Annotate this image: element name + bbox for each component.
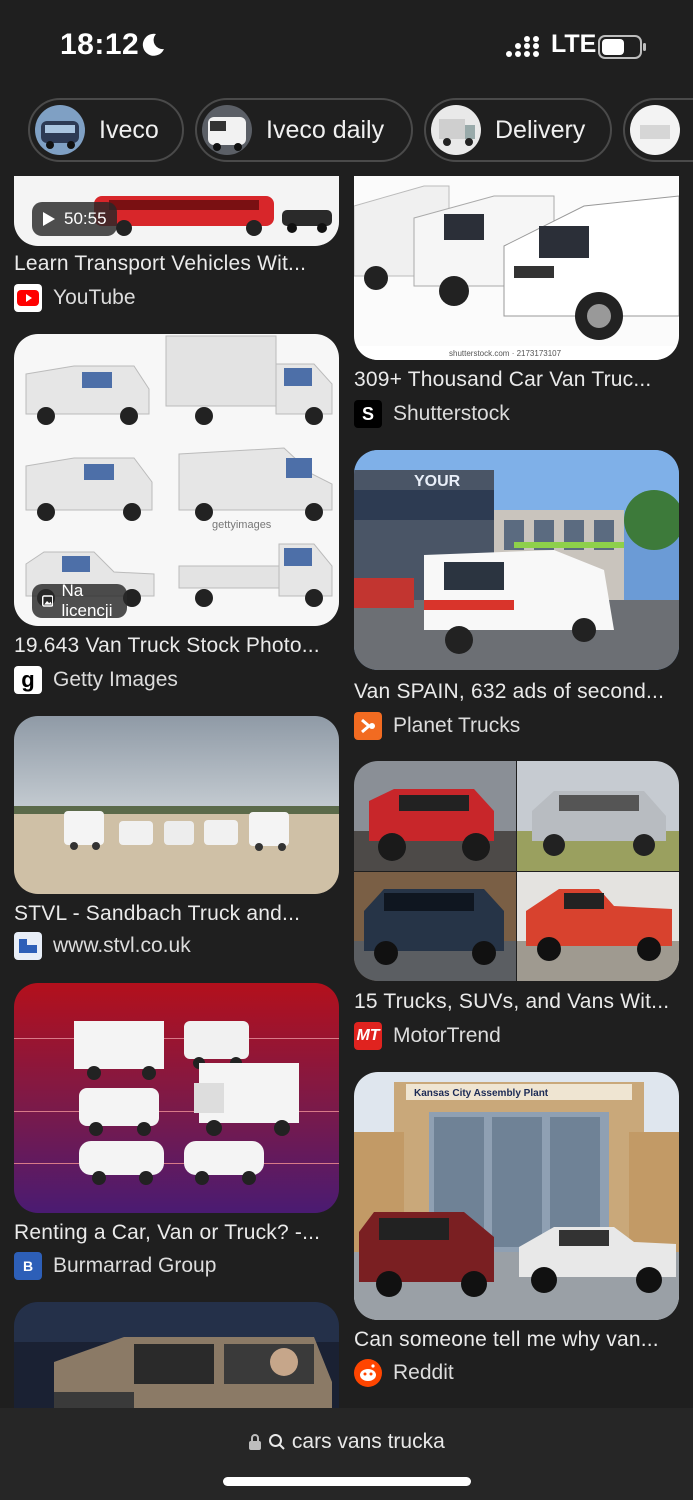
play-icon — [43, 212, 55, 226]
result-image[interactable] — [14, 1302, 339, 1408]
chip-more[interactable] — [623, 98, 693, 162]
motortrend-icon: MT — [354, 1022, 382, 1050]
chip-iveco-daily[interactable]: Iveco daily — [195, 98, 413, 162]
result-image[interactable] — [14, 716, 339, 894]
source-name: Burmarrad Group — [53, 1254, 217, 1277]
duration-text: 50:55 — [64, 209, 107, 228]
result-source[interactable]: MT MotorTrend — [354, 1022, 501, 1050]
bottom-toolbar: cars vans trucka — [0, 1408, 693, 1500]
chip-thumbnail — [35, 105, 85, 155]
source-name: Reddit — [393, 1361, 454, 1384]
license-badge: Na licencji — [32, 581, 128, 620]
result-title[interactable]: 309+ Thousand Car Van Truc... — [354, 368, 679, 392]
burmarrad-icon: B — [14, 1252, 42, 1280]
duration-badge: 50:55 — [32, 202, 117, 236]
moon-icon — [142, 33, 164, 56]
chip-label: Iveco — [99, 115, 159, 144]
source-name: www.stvl.co.uk — [53, 934, 191, 957]
planet-trucks-icon — [354, 712, 382, 740]
result-title[interactable]: 19.643 Van Truck Stock Photo... — [14, 634, 339, 658]
source-name: Planet Trucks — [393, 714, 521, 737]
reddit-icon — [354, 1359, 382, 1387]
chip-thumbnail — [630, 105, 680, 155]
result-source[interactable]: Reddit — [354, 1359, 454, 1387]
watermark-text: gettyimages — [212, 519, 272, 531]
address-text: cars vans trucka — [291, 1430, 445, 1453]
building-sign: Kansas City Assembly Plant — [414, 1088, 549, 1099]
source-name: Getty Images — [53, 668, 178, 691]
result-title[interactable]: STVL - Sandbach Truck and... — [14, 902, 339, 926]
chip-delivery[interactable]: Delivery — [424, 98, 612, 162]
result-title[interactable]: Renting a Car, Van or Truck? -... — [14, 1221, 339, 1245]
image-icon — [42, 595, 54, 607]
chip-thumbnail — [202, 105, 252, 155]
result-source[interactable]: B Burmarrad Group — [14, 1252, 216, 1280]
status-time: 18:12 — [60, 28, 140, 61]
result-image[interactable] — [354, 761, 679, 981]
getty-images-icon: g — [14, 666, 42, 694]
chip-label: Delivery — [495, 115, 586, 144]
lock-icon — [249, 1434, 262, 1450]
address-bar[interactable]: cars vans trucka — [0, 1430, 693, 1454]
result-source[interactable]: www.stvl.co.uk — [14, 932, 191, 960]
chip-iveco[interactable]: Iveco — [28, 98, 184, 162]
shutterstock-icon: S — [354, 400, 382, 428]
image-results-grid: 50:55 Learn Transport Vehicles Wit... Yo… — [0, 176, 693, 1408]
status-bar: 18:12 LTE — [0, 0, 693, 92]
source-name: MotorTrend — [393, 1024, 501, 1047]
chip-label: Iveco daily — [266, 115, 385, 144]
home-indicator[interactable] — [223, 1477, 471, 1486]
stvl-icon — [14, 932, 42, 960]
youtube-icon — [14, 284, 42, 312]
source-name: Shutterstock — [393, 402, 510, 425]
result-image[interactable]: shutterstock.com · 2173173107 — [354, 176, 679, 360]
result-title[interactable]: Van SPAIN, 632 ads of second... — [354, 680, 679, 704]
result-source[interactable]: Planet Trucks — [354, 712, 520, 740]
license-text: Na licencji — [61, 581, 113, 620]
result-source[interactable]: YouTube — [14, 284, 136, 312]
result-title[interactable]: 15 Trucks, SUVs, and Vans Wit... — [354, 990, 679, 1014]
result-image[interactable]: Kansas City Assembly Plant — [354, 1072, 679, 1320]
svg-text:YOUR: YOUR — [414, 473, 461, 490]
chip-thumbnail — [431, 105, 481, 155]
result-image[interactable]: YOUR — [354, 450, 679, 670]
result-title[interactable]: Can someone tell me why van... — [354, 1328, 679, 1352]
search-icon — [269, 1434, 285, 1450]
related-searches: Iveco Iveco daily Delivery — [0, 96, 693, 164]
result-source[interactable]: g Getty Images — [14, 666, 178, 694]
result-source[interactable]: S Shutterstock — [354, 400, 510, 428]
watermark-text: shutterstock.com · 2173173107 — [449, 349, 562, 358]
battery-icon — [598, 35, 646, 59]
result-title[interactable]: Learn Transport Vehicles Wit... — [14, 252, 339, 276]
result-image[interactable] — [14, 983, 339, 1213]
network-type: LTE — [551, 30, 597, 58]
source-name: YouTube — [53, 286, 136, 309]
signal-icon — [506, 36, 539, 57]
